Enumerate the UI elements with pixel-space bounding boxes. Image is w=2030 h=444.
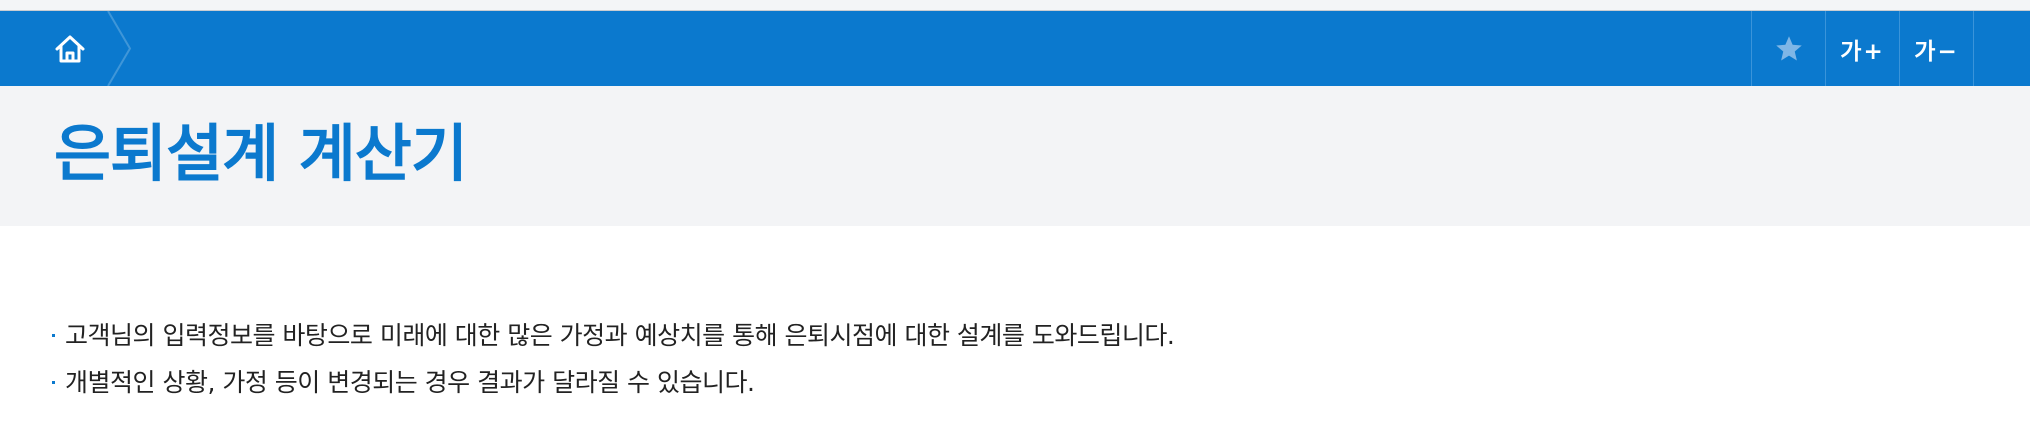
breadcrumb-separator bbox=[107, 11, 132, 86]
home-button[interactable] bbox=[48, 29, 92, 69]
top-border bbox=[0, 0, 2030, 11]
description-text: 개별적인 상황, 가정 등이 변경되는 경우 결과가 달라질 수 있습니다. bbox=[65, 368, 755, 397]
description-text: 고객님의 입력정보를 바탕으로 미래에 대한 많은 가정과 예상치를 통해 은퇴… bbox=[65, 321, 1175, 350]
home-icon bbox=[55, 35, 85, 63]
font-size-decrease-button[interactable]: 가− bbox=[1900, 11, 1974, 86]
toolbar: 가+ 가− bbox=[1751, 11, 1974, 86]
favorite-button[interactable] bbox=[1752, 11, 1826, 86]
star-icon bbox=[1775, 35, 1802, 60]
page-title: 은퇴설계 계산기 bbox=[54, 117, 468, 190]
bullet-dot bbox=[52, 334, 55, 337]
font-size-increase-button[interactable]: 가+ bbox=[1826, 11, 1900, 86]
title-section: 은퇴설계 계산기 bbox=[0, 86, 2030, 226]
bullet-dot bbox=[52, 381, 55, 384]
description-item: 고객님의 입력정보를 바탕으로 미래에 대한 많은 가정과 예상치를 통해 은퇴… bbox=[52, 312, 2030, 359]
top-navigation-bar: 가+ 가− bbox=[0, 11, 2030, 86]
description-item: 개별적인 상황, 가정 등이 변경되는 경우 결과가 달라질 수 있습니다. bbox=[52, 359, 2030, 406]
description-section: 고객님의 입력정보를 바탕으로 미래에 대한 많은 가정과 예상치를 통해 은퇴… bbox=[0, 226, 2030, 406]
